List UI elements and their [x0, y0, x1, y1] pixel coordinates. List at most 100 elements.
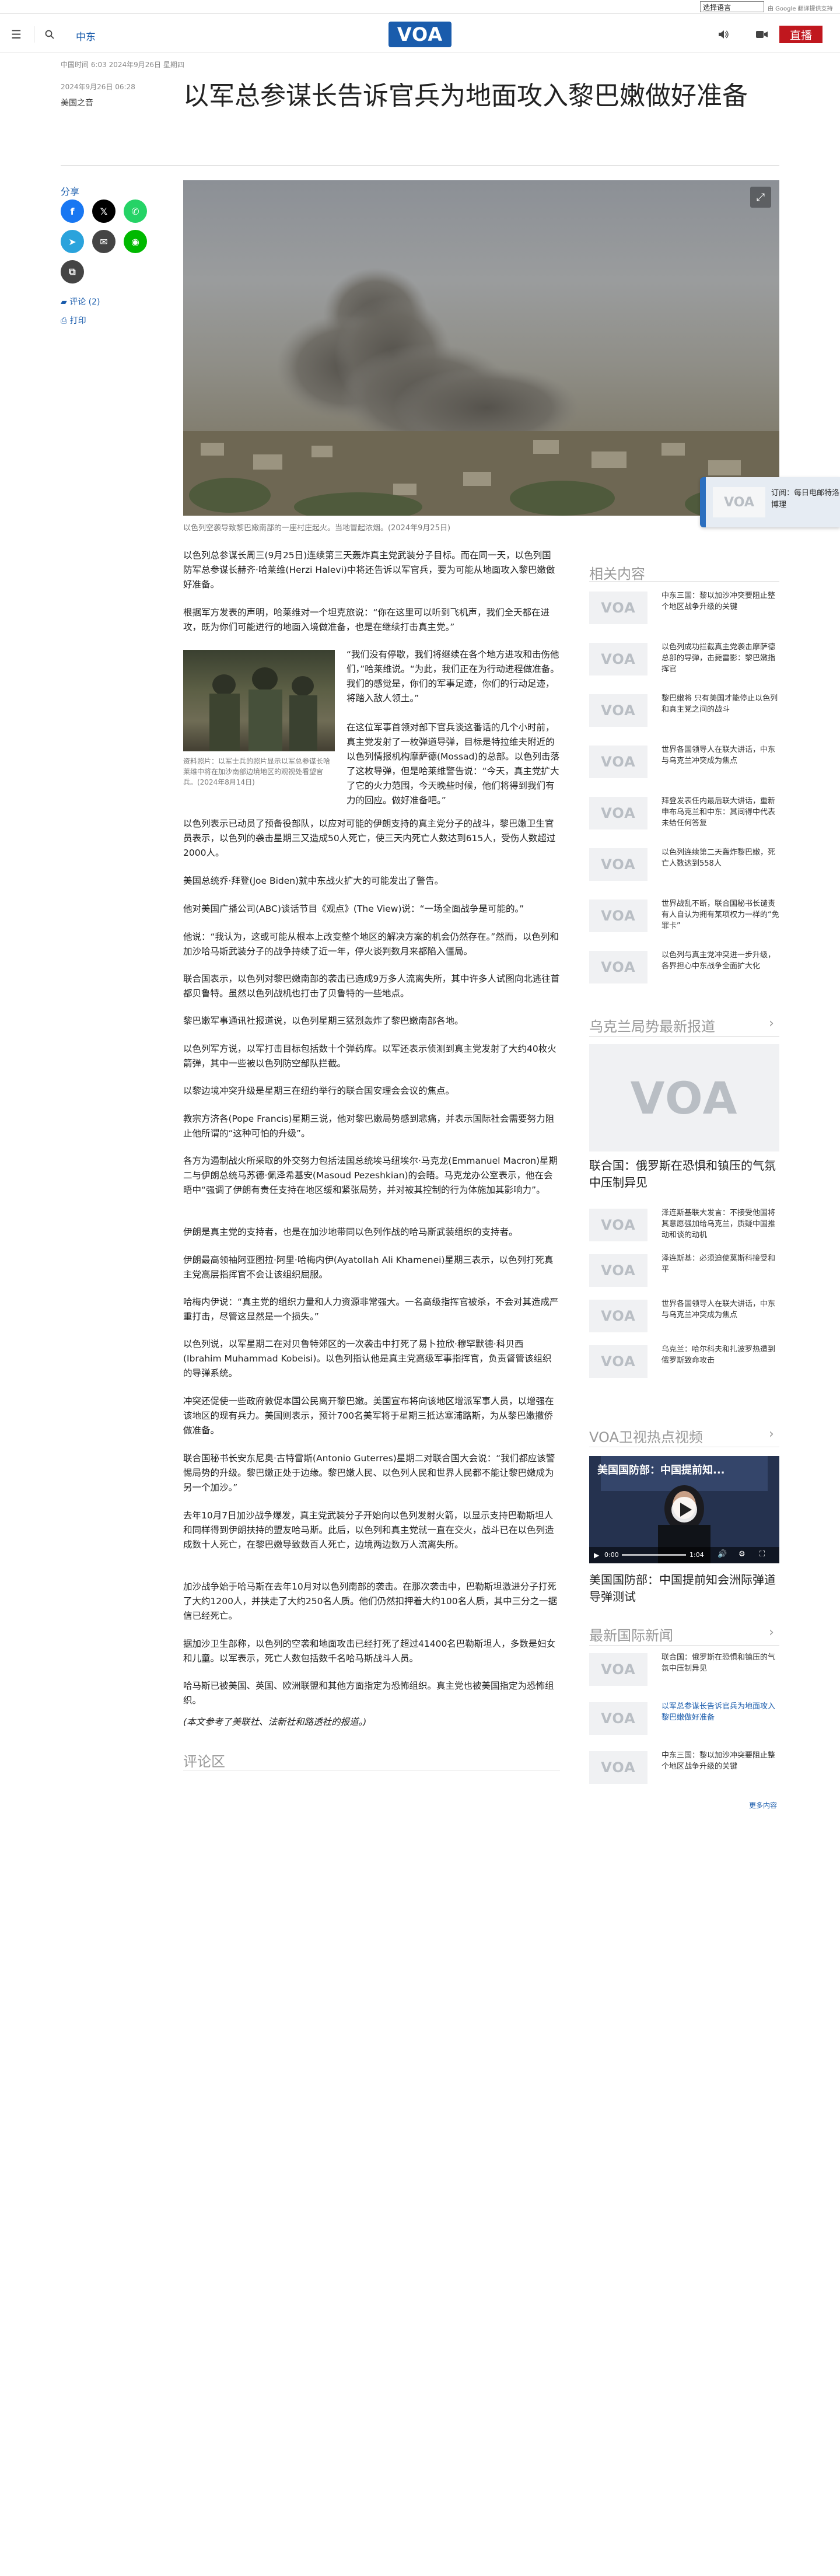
subscribe-popup[interactable]: VOA 订阅：每日电邮特洛博理 — [700, 477, 840, 527]
article-paragraph: 黎巴嫩军事通讯社报道说，以色列星期三猛烈轰炸了黎巴嫩南部各地。 — [183, 1016, 464, 1026]
ukraine-feature-title[interactable]: 联合国：俄罗斯在恐惧和镇压的气氛中压制异见 — [589, 1157, 779, 1191]
whatsapp-icon[interactable]: ✆ — [124, 200, 147, 223]
article-paragraph: 哈梅内伊说：“真主党的组织力量和人力资源非常强大。一名高级指挥官被杀，不会对其造… — [183, 1297, 559, 1322]
comments-link[interactable]: ▰ 评论 (2) — [61, 296, 100, 307]
related-item-title: 以色列与真主党冲突进一步升级，各界担心中东战争全面扩大化 — [662, 951, 776, 971]
chevron-right-icon[interactable]: › — [769, 1016, 774, 1031]
copy-link-icon[interactable]: ⧉ — [61, 260, 84, 284]
video-overlay-title: 美国国防部：中国提前知... — [597, 1464, 725, 1476]
related-divider — [589, 581, 779, 582]
video-duration: 1:04 — [690, 1551, 704, 1559]
article-paragraph: 联合国秘书长安东尼奥·古特雷斯(Antonio Guterres)星期二对联合国… — [183, 1453, 555, 1493]
related-item[interactable]: VOA 拜登发表任内最后联大讲话，重新申布乌克兰和中东：其间得中代表未给任何答复 — [589, 794, 779, 832]
voa-thumb-icon: VOA — [589, 797, 648, 830]
voa-thumb-icon: VOA — [589, 900, 648, 932]
email-icon[interactable]: ✉ — [92, 230, 116, 253]
line-icon[interactable]: ◉ — [124, 230, 147, 253]
related-item[interactable]: VOA 世界战乱不断，联合国秘书长谴责有人自认为拥有某项权力一样的“免罪卡” — [589, 897, 779, 935]
intl-item-title: 以军总参谋长告诉官兵为地面攻入黎巴嫩做好准备 — [662, 1702, 776, 1722]
x-twitter-icon[interactable]: 𝕏 — [92, 200, 116, 223]
subscribe-popup-text: 订阅：每日电邮特洛博理 — [771, 489, 840, 509]
audio-icon[interactable] — [712, 16, 735, 53]
article-credit: (本文参考了美联社、法新社和路透社的报道。) — [183, 1717, 367, 1727]
language-select[interactable]: 选择语言 — [700, 1, 764, 12]
related-item[interactable]: VOA 黎巴嫩将 只有美国才能停止以色列和真主党之间的战斗 — [589, 692, 779, 729]
print-link[interactable]: ⎙ 打印 — [61, 314, 86, 326]
title-divider — [61, 165, 779, 166]
voa-thumb-icon: VOA — [589, 1751, 648, 1784]
voa-thumb-icon: VOA — [589, 1653, 648, 1686]
chevron-right-icon[interactable]: › — [769, 1625, 774, 1640]
ukraine-item-title: 泽连斯基联大发言：不接受他国将其意愿强加给乌克兰，质疑中国推动和谈的动机 — [662, 1209, 776, 1240]
related-item[interactable]: VOA 中东三国：黎以加沙冲突要阻止整个地区战争升级的关键 — [589, 589, 779, 626]
related-item[interactable]: VOA 世界各国领导人在联大讲话，中东与乌克兰冲突成为焦点 — [589, 743, 779, 780]
article-paragraph: 以色列总参谋长周三(9月25日)连续第三天轰炸真主党武装分子目标。而在同一天，以… — [183, 550, 555, 590]
article-paragraph: 教宗方济各(Pope Francis)星期三说，他对黎巴嫩局势感到悲痛，并表示国… — [183, 1114, 555, 1139]
article-paragraph: 哈马斯已被美国、英国、欧洲联盟和其他方面指定为恐怖组织。真主党也被美国指定为恐怖… — [183, 1681, 554, 1706]
voa-thumb-icon: VOA — [589, 592, 648, 624]
article-paragraph: 去年10月7日加沙战争爆发，真主党武装分子开始向以色列发射火箭，以显示支持巴勒斯… — [183, 1510, 554, 1550]
intl-item[interactable]: VOA 中东三国：黎以加沙冲突要阻止整个地区战争升级的关键 — [589, 1749, 779, 1786]
intl-title[interactable]: 最新国际新闻 — [589, 1624, 673, 1644]
settings-icon[interactable]: ⚙ — [738, 1550, 746, 1559]
expand-icon[interactable]: ⤢ — [750, 187, 771, 208]
comments-link-label: 评论 (2) — [69, 298, 100, 307]
related-item[interactable]: VOA 以色列成功拦截真主党袭击摩萨德总部的导弹，击毙雷影：黎巴嫩指挥官 — [589, 640, 779, 678]
related-item-title: 拜登发表任内最后联大讲话，重新申布乌克兰和中东：其间得中代表未给任何答复 — [662, 797, 776, 828]
more-link[interactable]: 更多内容 — [749, 1800, 777, 1810]
hero-caption: 以色列空袭导致黎巴嫩南部的一座村庄起火。当地冒起浓烟。(2024年9月25日) — [183, 524, 451, 533]
voa-thumb-icon: VOA — [589, 694, 648, 727]
volume-icon[interactable]: 🔊 — [718, 1550, 727, 1559]
related-item[interactable]: VOA 以色列连续第二天轰炸黎巴嫩，死亡人数达到558人 — [589, 846, 779, 883]
video-player[interactable]: 美国国防部：中国提前知... ▶ 0:00 1:04 🔊 ⚙ ⛶ — [589, 1456, 779, 1563]
voa-logo[interactable]: VOA — [388, 22, 452, 47]
voa-thumb-icon: VOA — [589, 951, 648, 984]
ukraine-item[interactable]: VOA 泽连斯基联大发言：不接受他国将其意愿强加给乌克兰，质疑中国推动和谈的动机 — [589, 1206, 779, 1244]
author[interactable]: 美国之音 — [61, 97, 93, 108]
fullscreen-icon[interactable]: ⛶ — [760, 1550, 765, 1559]
video-title[interactable]: 美国国防部：中国提前知会洲际弹道导弹测试 — [589, 1572, 779, 1605]
region-link[interactable]: 中东 — [76, 29, 96, 43]
live-button[interactable]: 直播 — [779, 26, 822, 43]
voa-thumb-icon: VOA — [589, 1702, 648, 1735]
intl-item-title: 中东三国：黎以加沙冲突要阻止整个地区战争升级的关键 — [662, 1751, 776, 1771]
article-paragraph: 根据军方发表的声明，哈莱维对一个坦克旅说：“你在这里可以听到飞机声，我们全天都在… — [183, 607, 550, 632]
site-header: ☰ 中东 VOA 直播 — [0, 16, 840, 53]
intl-item[interactable]: VOA 以军总参谋长告诉官兵为地面攻入黎巴嫩做好准备 — [589, 1700, 779, 1737]
voa-thumb-icon: VOA — [589, 643, 648, 676]
comment-icon: ▰ — [61, 298, 70, 307]
intl-item[interactable]: VOA 联合国：俄罗斯在恐惧和镇压的气氛中压制异见 — [589, 1651, 779, 1688]
related-item-title: 以色列成功拦截真主党袭击摩萨德总部的导弹，击毙雷影：黎巴嫩指挥官 — [662, 643, 776, 674]
related-item[interactable]: VOA 以色列与真主党冲突进一步升级，各界担心中东战争全面扩大化 — [589, 949, 779, 986]
article-paragraph: 各方为遏制战火所采取的外交努力包括法国总统埃马纽埃尔·马克龙(Emmanuel … — [183, 1156, 558, 1195]
voa-thumb-icon: VOA — [713, 487, 765, 517]
article-paragraph: 以色列军方说，以军打击目标包括数十个弹药库。以军还表示侦测到真主党发射了大约40… — [183, 1044, 556, 1069]
chevron-right-icon[interactable]: › — [769, 1427, 774, 1441]
print-link-label: 打印 — [69, 316, 86, 326]
article-paragraph: 伊朗最高领袖阿亚图拉·阿里·哈梅内伊(Ayatollah Ali Khamene… — [183, 1255, 554, 1280]
soldiers-photo — [209, 667, 317, 751]
voa-thumb-icon: VOA — [589, 848, 648, 881]
voa-thumb-icon: VOA — [589, 1300, 648, 1332]
related-title: 相关内容 — [589, 566, 645, 582]
facebook-icon[interactable]: f — [61, 200, 84, 223]
ukraine-feature-image[interactable]: VOA — [589, 1044, 779, 1152]
search-icon[interactable] — [40, 16, 60, 53]
telegram-icon[interactable]: ➤ — [61, 230, 84, 253]
article-paragraph: 据加沙卫生部称，以色列的空袭和地面攻击已经打死了超过41400名巴勒斯坦人，多数… — [183, 1639, 556, 1664]
voa-thumb-icon: VOA — [589, 746, 648, 778]
ukraine-item[interactable]: VOA 泽连斯基：必须迫使莫斯科接受和平 — [589, 1252, 779, 1289]
ukraine-item[interactable]: VOA 世界各国领导人在联大讲话，中东与乌克兰冲突成为焦点 — [589, 1297, 779, 1335]
ukraine-divider — [589, 1036, 779, 1037]
ukraine-title[interactable]: 乌克兰局势最新报道 — [589, 1015, 715, 1035]
video-icon[interactable] — [750, 16, 774, 53]
voa-thumb-icon: VOA — [589, 1209, 648, 1241]
dateline: 中国时间 6:03 2024年9月26日 星期四 — [61, 61, 184, 69]
play-small-icon[interactable]: ▶ — [594, 1551, 599, 1559]
article-paragraph: 伊朗是真主党的支持者，也是在加沙地带同以色列作战的哈马斯武装组织的支持者。 — [183, 1227, 518, 1237]
video-section-title[interactable]: VOA卫视热点视频 — [589, 1426, 703, 1446]
publish-date: 2024年9月26日 06:28 — [61, 83, 135, 91]
ukraine-item[interactable]: VOA 乌克兰：哈尔科夫和扎波罗热遭到俄罗斯致命攻击 — [589, 1343, 779, 1380]
article-paragraph: 美国总统乔·拜登(Joe Biden)就中东战火扩大的可能发出了警告。 — [183, 876, 444, 886]
menu-icon[interactable]: ☰ — [5, 16, 28, 53]
